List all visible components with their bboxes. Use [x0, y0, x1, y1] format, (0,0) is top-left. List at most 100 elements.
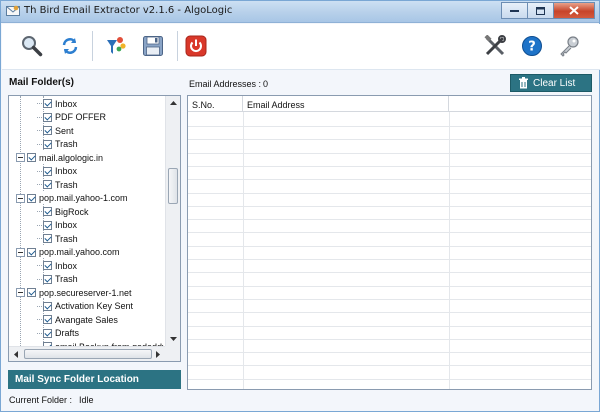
tree-guide-line: [20, 96, 21, 346]
folder-tree-item[interactable]: Trash: [37, 273, 78, 286]
save-button[interactable]: [140, 33, 166, 59]
folder-label: Inbox: [55, 166, 78, 176]
tools-settings-icon: [484, 35, 506, 56]
toolbar-separator: [92, 31, 93, 61]
tree-vertical-scrollbar[interactable]: [165, 96, 180, 346]
scroll-up-arrow-icon[interactable]: [166, 96, 180, 110]
folder-label: Trash: [55, 233, 78, 244]
folder-checkbox[interactable]: [43, 301, 52, 311]
collapse-minus-icon[interactable]: [16, 288, 25, 297]
collapse-minus-icon[interactable]: [16, 153, 25, 162]
tree-guide-line: [37, 116, 42, 118]
mail-folders-title: Mail Folder(s): [9, 77, 75, 88]
search-button[interactable]: [19, 33, 45, 59]
folder-checkbox[interactable]: [43, 99, 52, 108]
folder-tree-account[interactable]: mail.algologic.in: [16, 151, 103, 164]
folder-checkbox[interactable]: [27, 193, 36, 203]
folder-checkbox[interactable]: [43, 126, 52, 135]
clear-trash-icon: [518, 77, 529, 89]
grid-row-line: [188, 219, 591, 221]
folder-label: Drafts: [55, 328, 80, 338]
grid-row-line: [188, 245, 591, 247]
tree-guide-line: [37, 130, 42, 131]
folder-checkbox[interactable]: [27, 288, 36, 297]
collapse-minus-icon[interactable]: [16, 247, 25, 257]
folder-checkbox[interactable]: [43, 139, 52, 149]
help-button[interactable]: ?: [519, 33, 545, 59]
filter-button[interactable]: [103, 33, 129, 59]
tree-guide-line: [37, 170, 42, 172]
folder-tree-account[interactable]: pop.mail.yahoo-1.com: [16, 192, 128, 205]
folder-tree-item[interactable]: PDF OFFER: [37, 111, 106, 124]
scroll-left-arrow-icon[interactable]: [9, 347, 23, 361]
folder-checkbox[interactable]: [27, 247, 36, 257]
email-address-grid[interactable]: S.No. Email Address: [187, 95, 592, 390]
scroll-right-arrow-icon[interactable]: [151, 347, 165, 361]
maximize-icon: [536, 6, 545, 15]
tree-guide-line: [37, 319, 42, 320]
folder-checkbox[interactable]: [43, 261, 52, 270]
current-folder-label: Current Folder :: [9, 395, 73, 405]
tree-horizontal-scrollbar[interactable]: [9, 346, 166, 361]
folder-label: Avangate Sales: [55, 314, 118, 325]
minimize-button[interactable]: [501, 2, 527, 19]
clear-list-label: Clear List: [533, 77, 576, 89]
folder-tree-item[interactable]: Inbox: [37, 219, 78, 232]
clear-list-button[interactable]: Clear List: [510, 74, 592, 92]
folder-checkbox[interactable]: [43, 234, 52, 243]
current-folder-value: Idle: [79, 395, 94, 405]
folder-tree-item[interactable]: Sent: [37, 124, 74, 137]
minimize-icon: [510, 9, 519, 12]
grid-row-line: [188, 139, 591, 141]
folder-checkbox[interactable]: [43, 328, 52, 338]
tools-button[interactable]: [482, 33, 508, 59]
folder-tree-item[interactable]: Inbox: [37, 165, 78, 178]
close-button[interactable]: [553, 2, 595, 19]
tree-guide-line: [37, 143, 42, 145]
folder-checkbox[interactable]: [27, 153, 36, 162]
collapse-minus-icon[interactable]: [16, 193, 25, 203]
grid-row-line: [188, 312, 591, 314]
horizontal-scroll-thumb[interactable]: [24, 349, 152, 359]
folder-tree-account[interactable]: pop.mail.yahoo.com: [16, 246, 120, 259]
grid-row-line: [188, 272, 591, 274]
exit-button[interactable]: [183, 33, 209, 59]
title-bar: Th Bird Email Extractor v2.1.6 - AlgoLog…: [1, 1, 599, 23]
license-key-button[interactable]: [556, 33, 582, 59]
folder-tree-item[interactable]: Trash: [37, 138, 78, 151]
folder-label: Activation Key Sent: [55, 301, 134, 311]
maximize-button[interactable]: [527, 2, 553, 19]
folder-checkbox[interactable]: [43, 274, 52, 284]
folder-checkbox[interactable]: [43, 220, 52, 230]
folder-label: Inbox: [55, 220, 78, 230]
folder-tree-item[interactable]: Avangate Sales: [37, 313, 118, 326]
folder-tree-item[interactable]: BigRock: [37, 205, 89, 218]
folder-checkbox[interactable]: [43, 180, 52, 189]
folder-tree-item[interactable]: Trash: [37, 232, 78, 245]
folder-label: PDF OFFER: [55, 112, 106, 122]
folder-tree-item[interactable]: Activation Key Sent: [37, 300, 134, 313]
window-title: Th Bird Email Extractor v2.1.6 - AlgoLog…: [24, 5, 233, 16]
folder-label: Trash: [55, 274, 78, 284]
email-count-label: Email Addresses :: [189, 79, 262, 89]
folder-tree-item[interactable]: Inbox: [37, 97, 77, 110]
folder-checkbox[interactable]: [43, 166, 52, 176]
vertical-scroll-thumb[interactable]: [168, 168, 178, 204]
folder-tree-item[interactable]: Trash: [37, 178, 78, 191]
app-envelope-icon: [6, 5, 20, 17]
folder-checkbox[interactable]: [43, 207, 52, 216]
folder-tree-item[interactable]: Drafts: [37, 327, 80, 340]
column-header-sno[interactable]: S.No.: [188, 96, 243, 112]
column-header-email-address[interactable]: Email Address: [243, 96, 449, 112]
mail-folder-tree[interactable]: Inbox PDF OFFER Sent Trash mail.algologic.in…: [8, 95, 181, 362]
grid-row-line: [188, 192, 591, 194]
folder-tree-account[interactable]: pop.secureserver-1.net: [16, 286, 132, 299]
grid-row-line: [188, 259, 591, 260]
refresh-button[interactable]: [57, 33, 83, 59]
scroll-down-arrow-icon[interactable]: [166, 332, 180, 346]
folder-checkbox[interactable]: [43, 112, 52, 122]
grid-row-line: [188, 285, 591, 287]
mail-sync-folder-location-bar[interactable]: Mail Sync Folder Location: [8, 370, 181, 389]
folder-tree-item[interactable]: Inbox: [37, 259, 77, 272]
folder-checkbox[interactable]: [43, 315, 52, 324]
